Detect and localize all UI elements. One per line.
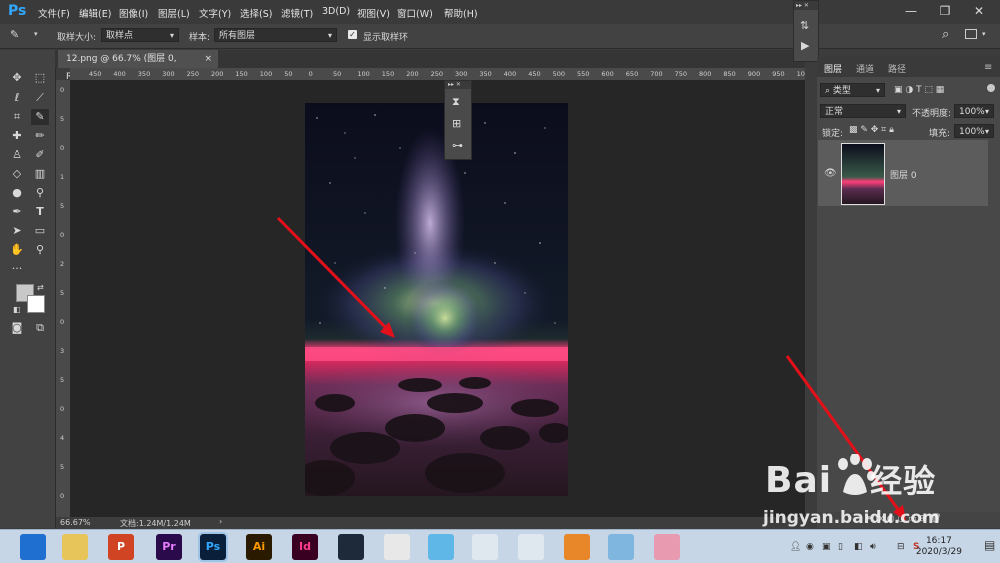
tray-battery-icon[interactable]: ▯ xyxy=(838,542,843,552)
clock[interactable]: 16:17 2020/3/29 xyxy=(916,536,962,558)
tray-ime-icon[interactable]: ⊟ xyxy=(897,542,905,552)
taskbar-app-orange-icon[interactable] xyxy=(564,534,590,560)
watermark-jingyan: 经验 xyxy=(870,462,937,500)
tray-people-icon[interactable]: 👤︎ xyxy=(790,542,801,552)
taskbar-chrome-icon[interactable] xyxy=(518,534,544,560)
taskbar-premiere-icon[interactable]: Pr xyxy=(156,534,182,560)
clock-time: 16:17 xyxy=(925,536,952,546)
tray-app-icon[interactable]: ▣ xyxy=(822,542,831,552)
taskbar-video-editor-icon[interactable] xyxy=(338,534,364,560)
tray-qq-icon[interactable]: ◉ xyxy=(806,542,814,552)
notification-icon[interactable]: ▤ xyxy=(984,538,995,552)
taskbar-chat-app-icon[interactable] xyxy=(428,534,454,560)
taskbar-photoshop-icon[interactable]: Ps xyxy=(198,532,228,562)
taskbar-browser-360-icon[interactable] xyxy=(20,534,46,560)
taskbar-file-explorer-icon[interactable] xyxy=(62,534,88,560)
taskbar-powerpoint-icon[interactable]: P xyxy=(108,534,134,560)
taskbar-app-blue-icon[interactable] xyxy=(608,534,634,560)
taskbar-illustrator-icon[interactable]: Ai xyxy=(246,534,272,560)
baidu-paw-icon xyxy=(838,454,875,495)
clock-date: 2020/3/29 xyxy=(915,547,962,557)
tray-app-icon[interactable]: ◧ xyxy=(854,542,863,552)
taskbar-wps-icon[interactable] xyxy=(384,534,410,560)
tray-volume-icon[interactable]: 🔊︎ xyxy=(870,542,876,552)
watermark-url: jingyan.baidu.com xyxy=(763,508,940,528)
watermark-bai: Bai xyxy=(765,460,833,501)
taskbar-qq-icon[interactable] xyxy=(472,534,498,560)
taskbar-indesign-icon[interactable]: Id xyxy=(292,534,318,560)
taskbar: P Pr Ps Ai Id 👤︎ ◉ ▣ ▯ ◧ 🔊︎ ⊟ S 16:17 2020/3… xyxy=(0,529,1000,563)
taskbar-apps: P Pr Ps Ai Id xyxy=(0,530,700,563)
taskbar-app-avatar-icon[interactable] xyxy=(654,534,680,560)
